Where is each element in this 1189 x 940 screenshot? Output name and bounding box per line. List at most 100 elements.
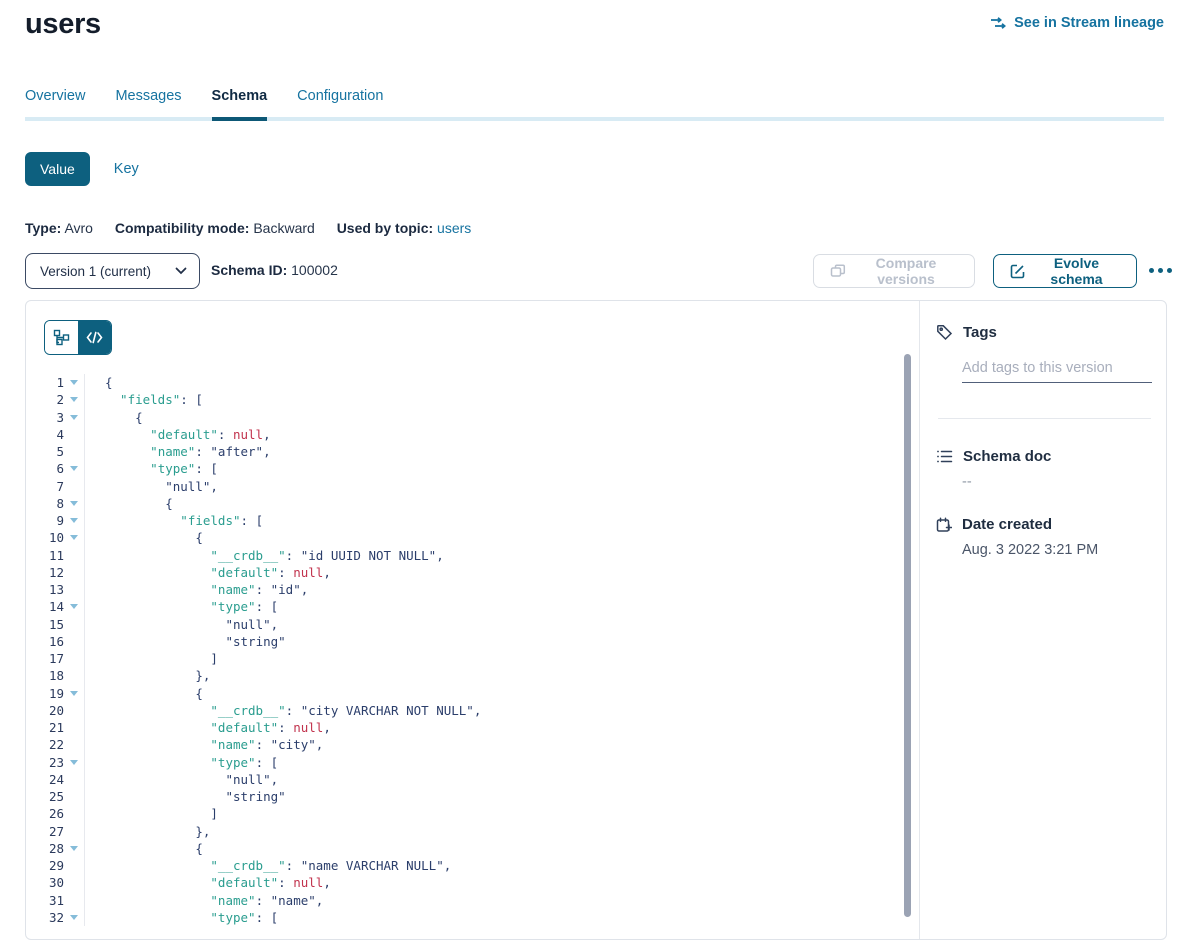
code-text: "default": null, [85,564,331,581]
compare-versions-button[interactable]: Compare versions [813,254,975,288]
line-number: 27 [26,823,64,840]
date-created-title: Date created [962,516,1052,533]
code-line: 30"default": null, [26,874,919,891]
date-created-value: Aug. 3 2022 3:21 PM [962,542,1098,558]
code-text: "type": [ [85,754,278,771]
chevron-down-icon [175,267,187,275]
code-line: 10{ [26,529,919,546]
code-text: { [85,374,113,391]
collapse-caret-icon[interactable] [70,691,78,696]
code-text: ] [85,650,218,667]
code-line: 24"null", [26,771,919,788]
schema-id-row: Schema ID: 100002 [211,262,338,278]
type-label: Type: [25,220,61,236]
evolve-schema-button[interactable]: Evolve schema [993,254,1137,288]
code-line: 18}, [26,667,919,684]
line-number: 28 [26,840,64,857]
tab-messages[interactable]: Messages [115,88,181,117]
tab-configuration[interactable]: Configuration [297,88,383,117]
version-dropdown[interactable]: Version 1 (current) [25,253,200,289]
code-text: }, [85,823,210,840]
add-tags-input[interactable] [962,353,1152,383]
value-key-toggle: Value Key [25,152,139,186]
compare-versions-label: Compare versions [854,255,958,287]
code-text: "name": "after", [85,443,271,460]
collapse-caret-icon[interactable] [70,846,78,851]
code-line: 1{ [26,374,919,391]
collapse-caret-icon[interactable] [70,604,78,609]
topic-link[interactable]: users [437,220,471,236]
code-text: "name": "name", [85,892,323,909]
code-text: "__crdb__": "name VARCHAR NULL", [85,857,451,874]
code-line: 20"__crdb__": "city VARCHAR NOT NULL", [26,702,919,719]
line-number: 11 [26,547,64,564]
collapse-caret-icon[interactable] [70,518,78,523]
line-number: 15 [26,616,64,633]
line-number: 25 [26,788,64,805]
line-number: 32 [26,909,64,926]
collapse-caret-icon[interactable] [70,535,78,540]
code-line: 25 "string" [26,788,919,805]
line-number: 5 [26,443,64,460]
code-line: 15 "null", [26,616,919,633]
code-text: "default": null, [85,719,331,736]
code-line: 14 "type": [ [26,598,919,615]
line-number: 12 [26,564,64,581]
code-line: 28 { [26,840,919,857]
edit-schema-icon [1010,264,1025,279]
line-number: 24 [26,771,64,788]
code-text: { [85,840,203,857]
stream-lineage-link[interactable]: See in Stream lineage [989,15,1164,31]
collapse-caret-icon[interactable] [70,397,78,402]
line-number: 9 [26,512,64,529]
code-editor[interactable]: 1{2"fields": [3{4"default": null,5"name"… [26,374,919,939]
code-line: 3{ [26,409,919,426]
line-number: 13 [26,581,64,598]
line-number: 20 [26,702,64,719]
code-text: "string" [85,788,286,805]
line-number: 1 [26,374,64,391]
code-text: "null", [85,616,278,633]
code-text: "default": null, [85,874,331,891]
schema-sidebar: Tags Schema doc -- [919,301,1168,939]
collapse-caret-icon[interactable] [70,380,78,385]
collapse-caret-icon[interactable] [70,466,78,471]
page-title: users [25,8,101,41]
code-text: { [85,529,203,546]
code-text: "__crdb__": "id UUID NOT NULL", [85,547,444,564]
code-text: "type": [ [85,598,278,615]
code-line: 13"name": "id", [26,581,919,598]
collapse-caret-icon[interactable] [70,760,78,765]
code-text: "type": [ [85,460,218,477]
line-number: 31 [26,892,64,909]
code-text: "fields": [ [85,391,203,408]
schema-meta-row: Type: Avro Compatibility mode: Backward … [25,220,489,236]
value-tab-button[interactable]: Value [25,152,90,186]
code-line: 21 "default": null, [26,719,919,736]
collapse-caret-icon[interactable] [70,501,78,506]
collapse-caret-icon[interactable] [70,415,78,420]
type-value: Avro [64,220,93,236]
tree-view-button[interactable] [45,321,78,354]
line-number: 23 [26,754,64,771]
line-number: 21 [26,719,64,736]
line-number: 8 [26,495,64,512]
line-number: 19 [26,685,64,702]
code-text: }, [85,667,210,684]
code-view-button[interactable] [78,321,111,354]
code-text: "string" [85,633,286,650]
tab-schema[interactable]: Schema [212,88,268,121]
more-options-button[interactable] [1147,262,1174,279]
code-text: ] [85,805,218,822]
code-line: 16"string" [26,633,919,650]
code-scrollbar[interactable] [904,354,911,917]
key-tab-link[interactable]: Key [114,161,139,177]
line-number: 14 [26,598,64,615]
tab-overview[interactable]: Overview [25,88,85,117]
evolve-schema-label: Evolve schema [1033,255,1120,287]
code-line: 29 "__crdb__": "name VARCHAR NULL", [26,857,919,874]
tags-title: Tags [963,324,997,341]
line-number: 7 [26,478,64,495]
line-number: 22 [26,736,64,753]
line-number: 29 [26,857,64,874]
